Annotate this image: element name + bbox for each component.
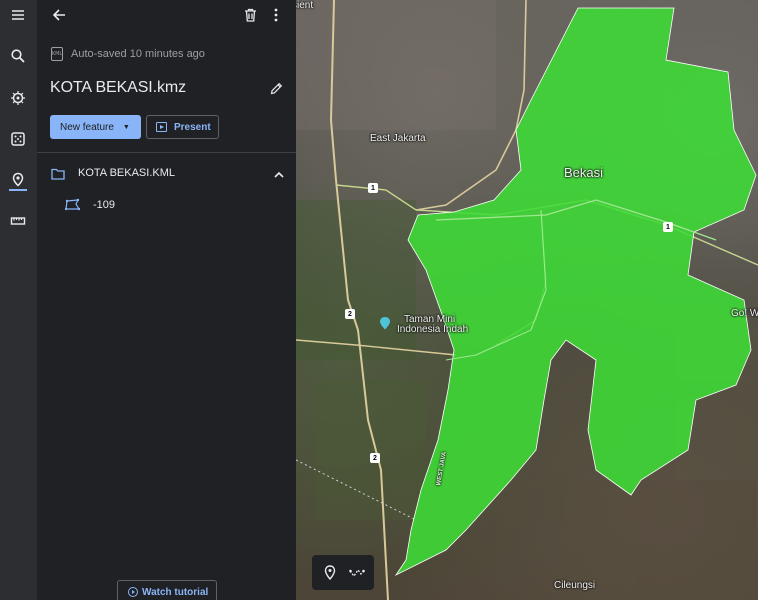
feature-label: -109 — [93, 199, 116, 211]
new-feature-button[interactable]: New feature ▼ — [50, 115, 141, 139]
more-vert-icon[interactable] — [266, 5, 286, 25]
chevron-up-icon[interactable] — [271, 166, 287, 182]
panel-toolbar — [37, 0, 296, 30]
new-feature-label: New feature — [60, 121, 114, 133]
left-rail — [0, 0, 37, 600]
project-panel: KML Auto-saved 10 minutes ago KOTA BEKAS… — [37, 0, 296, 600]
draw-path-icon[interactable] — [346, 562, 368, 584]
divider — [37, 152, 296, 153]
edit-pencil-icon[interactable] — [268, 80, 284, 96]
map-overlay — [296, 0, 758, 600]
kml-file-icon: KML — [51, 47, 63, 61]
dice-icon[interactable] — [5, 126, 31, 152]
map-view[interactable]: sient East Jakarta Bekasi Taman Mini Ind… — [296, 0, 758, 600]
folder-label: KOTA BEKASI.KML — [78, 167, 175, 179]
back-arrow-icon[interactable] — [49, 5, 69, 25]
present-button[interactable]: Present — [146, 115, 219, 139]
voyager-icon[interactable] — [5, 85, 31, 111]
road-shield: 2 — [345, 309, 355, 319]
map-label-east-jakarta: East Jakarta — [370, 133, 426, 144]
trash-icon[interactable] — [240, 5, 260, 25]
caret-down-icon: ▼ — [122, 123, 130, 131]
folder-icon — [51, 168, 65, 180]
autosave-status: KML Auto-saved 10 minutes ago — [51, 47, 205, 61]
ruler-icon[interactable] — [5, 208, 31, 234]
road-shield: 1 — [663, 222, 673, 232]
watch-tutorial-label: Watch tutorial — [142, 586, 209, 598]
map-label-right-fragment: Go! We — [731, 308, 758, 319]
map-tools — [312, 555, 374, 590]
search-icon[interactable] — [5, 43, 31, 69]
polygon-icon — [65, 198, 80, 211]
map-label-cileungsi: Cileungsi — [554, 580, 596, 591]
active-indicator — [9, 189, 27, 191]
add-placemark-icon[interactable] — [319, 562, 341, 584]
map-label-bekasi: Bekasi — [564, 165, 604, 180]
play-circle-icon — [128, 587, 138, 597]
project-title: KOTA BEKASI.kmz — [50, 79, 187, 96]
feature-row[interactable]: -109 — [37, 195, 296, 215]
road-shield: 2 — [370, 453, 380, 463]
watch-tutorial-button[interactable]: Watch tutorial — [117, 580, 217, 600]
road-shield: 1 — [368, 183, 378, 193]
map-label-fragment: sient — [296, 0, 314, 11]
present-icon — [156, 122, 167, 132]
folder-row[interactable]: KOTA BEKASI.KML — [37, 163, 296, 185]
menu-icon[interactable] — [5, 2, 31, 28]
map-label-indonesia-indah: Indonesia Indah — [397, 324, 469, 335]
present-label: Present — [174, 121, 211, 133]
autosave-text: Auto-saved 10 minutes ago — [71, 48, 205, 60]
